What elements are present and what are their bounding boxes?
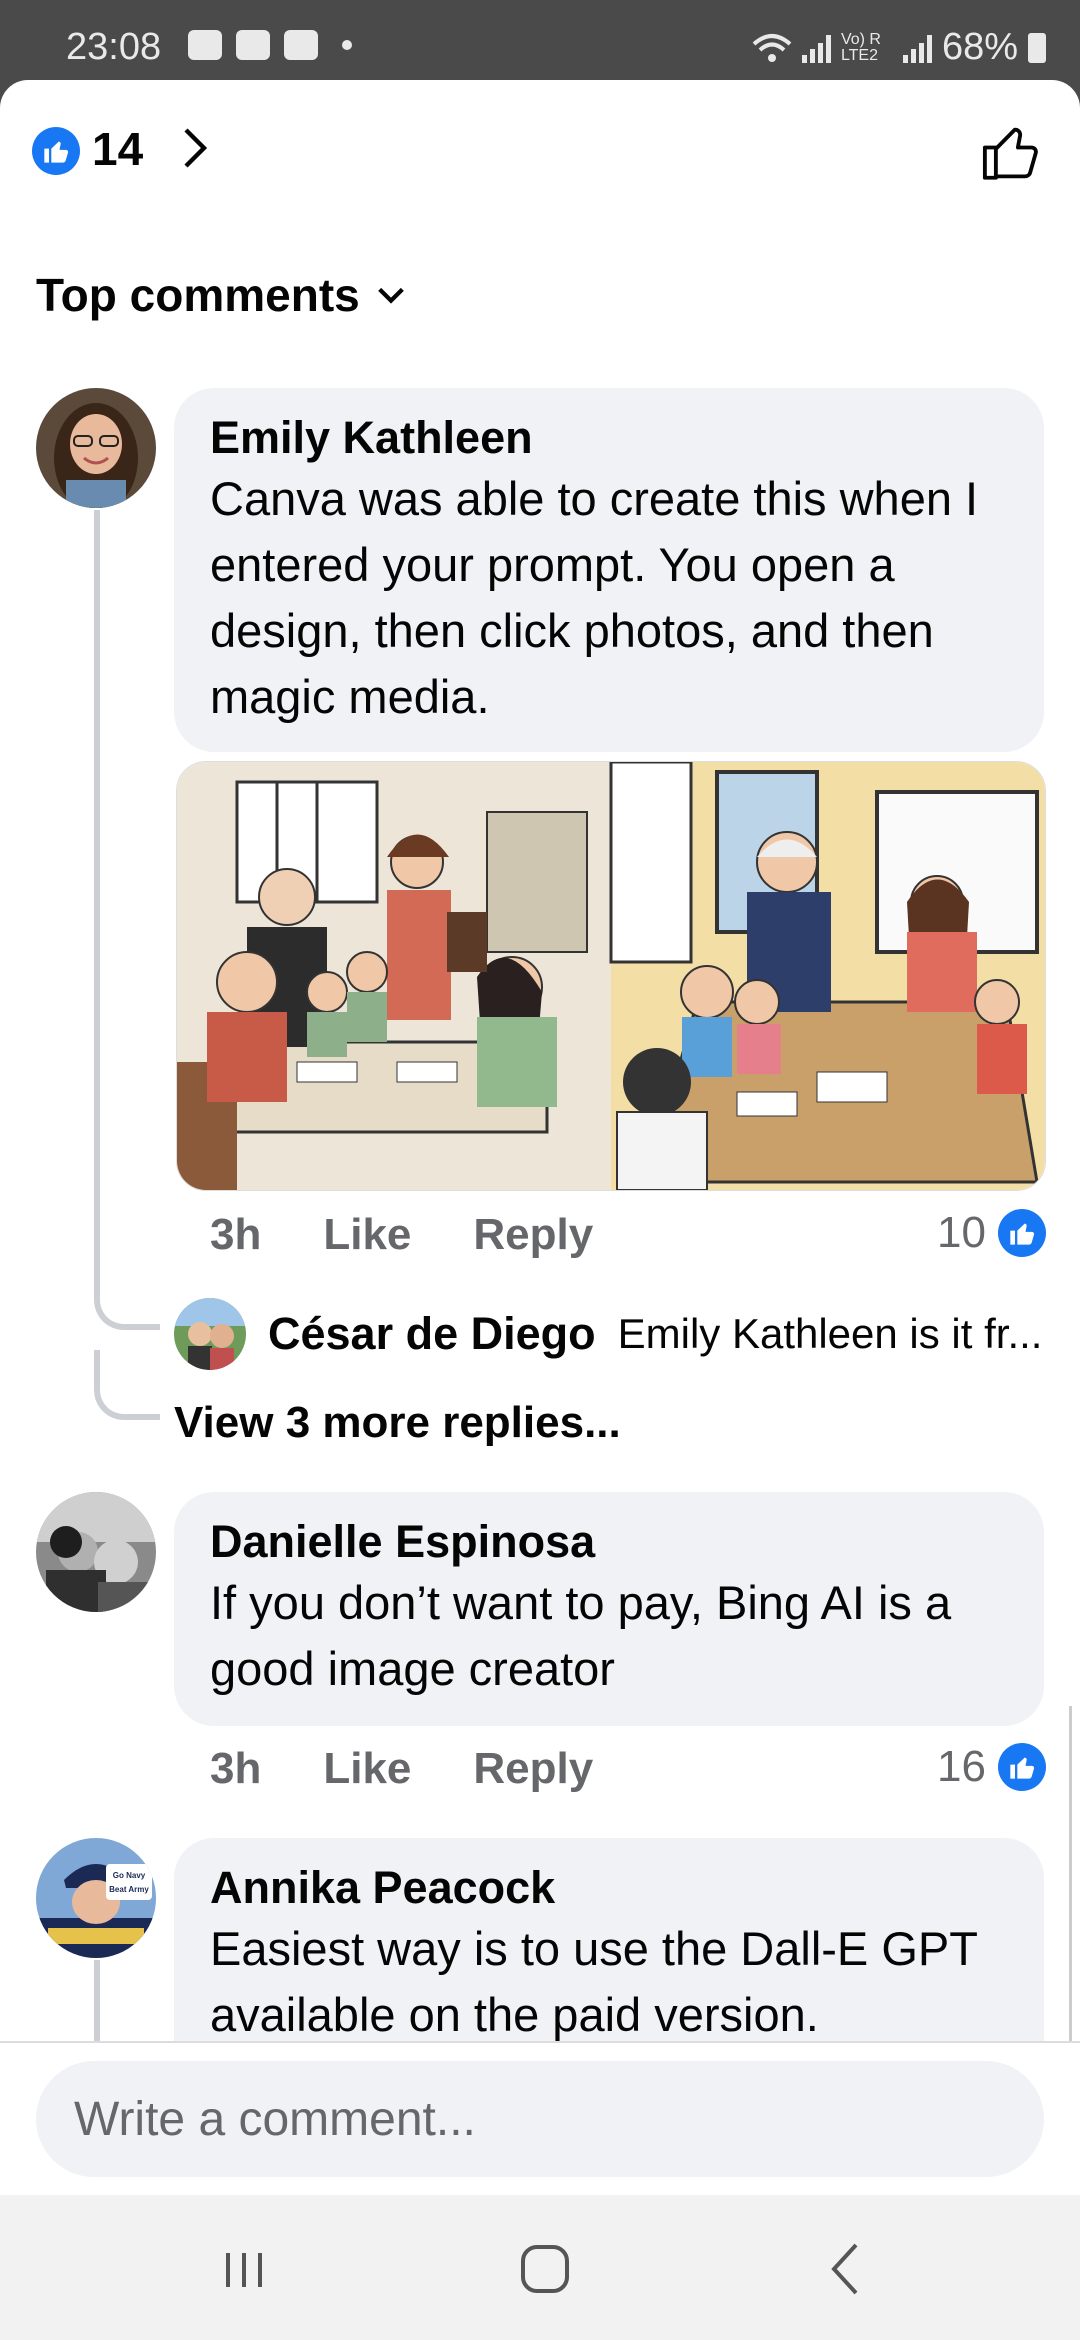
like-reaction-icon xyxy=(998,1743,1046,1791)
comment-text: Canva was able to create this when I ent… xyxy=(210,472,979,723)
like-reaction-icon xyxy=(998,1209,1046,1257)
like-reaction-icon[interactable] xyxy=(32,127,80,175)
thread-line xyxy=(94,1960,100,2041)
network-type: Vo) R LTE2 xyxy=(840,30,881,64)
avatar[interactable] xyxy=(174,1298,246,1370)
status-bar: 23:08 Vo) R LTE2 68% xyxy=(0,0,1080,80)
comment-actions: 3h Like Reply xyxy=(210,1744,593,1794)
comment-text: If you don’t want to pay, Bing AI is a g… xyxy=(210,1576,952,1695)
thread-connector xyxy=(94,1260,160,1330)
signal-icon-2 xyxy=(902,33,932,63)
avatar-badge-line2: Beat Army xyxy=(109,1885,149,1894)
reply-text: Emily Kathleen is it fr... xyxy=(617,1310,1043,1357)
comment-reactions[interactable]: 16 xyxy=(937,1742,1046,1792)
back-icon[interactable] xyxy=(808,2235,888,2305)
comment-author[interactable]: Danielle Espinosa xyxy=(210,1514,1008,1570)
reply-author[interactable]: César de Diego xyxy=(268,1308,596,1360)
comment-time[interactable]: 3h xyxy=(210,1210,261,1260)
sort-label: Top comments xyxy=(36,269,360,321)
system-nav-bar xyxy=(0,2195,1080,2340)
comment-bubble[interactable]: Danielle Espinosa If you don’t want to p… xyxy=(174,1492,1044,1726)
view-more-replies-link[interactable]: View 3 more replies... xyxy=(174,1398,621,1448)
comment-time[interactable]: 3h xyxy=(210,1744,261,1794)
home-icon[interactable] xyxy=(505,2235,585,2305)
comment-input[interactable] xyxy=(36,2061,1044,2177)
notification-dot-icon xyxy=(342,40,352,50)
notification-icons xyxy=(188,30,352,60)
reactions-header: 14 xyxy=(0,80,1080,230)
status-right: Vo) R LTE2 68% xyxy=(752,26,1046,69)
reply-button[interactable]: Reply xyxy=(473,1744,593,1794)
thread-connector xyxy=(94,1350,160,1420)
battery-percent: 68% xyxy=(941,26,1018,68)
reaction-count: 16 xyxy=(937,1742,986,1791)
notification-icon xyxy=(188,30,222,60)
wifi-icon xyxy=(752,33,792,62)
reaction-count[interactable]: 14 xyxy=(92,122,143,176)
chevron-right-icon[interactable] xyxy=(170,124,218,172)
comment-text: Easiest way is to use the Dall-E GPT ava… xyxy=(210,1922,978,2041)
notification-icon xyxy=(236,30,270,60)
notification-icon xyxy=(284,30,318,60)
chevron-down-icon xyxy=(377,287,404,304)
comment-author[interactable]: Annika Peacock xyxy=(210,1860,1008,1916)
thumbs-up-icon[interactable] xyxy=(978,120,1044,186)
thread-line xyxy=(94,1055,100,1270)
reply-preview[interactable]: César de Diego Emily Kathleen is it fr..… xyxy=(174,1298,1042,1370)
comment-actions: 3h Like Reply xyxy=(210,1210,593,1260)
avatar[interactable]: Go Navy Beat Army xyxy=(36,1838,156,1958)
like-button[interactable]: Like xyxy=(323,1210,411,1260)
avatar[interactable] xyxy=(36,388,156,508)
thread-line xyxy=(94,510,100,1060)
reaction-count: 10 xyxy=(937,1208,986,1257)
like-button[interactable]: Like xyxy=(323,1744,411,1794)
comment-author[interactable]: Emily Kathleen xyxy=(210,410,1008,466)
recent-apps-icon[interactable] xyxy=(204,2235,284,2305)
status-time: 23:08 xyxy=(66,26,162,68)
comment-bubble[interactable]: Emily Kathleen Canva was able to create … xyxy=(174,388,1044,752)
comment-composer xyxy=(0,2041,1080,2195)
battery-icon xyxy=(1028,32,1046,63)
signal-icon xyxy=(801,33,831,63)
avatar[interactable] xyxy=(36,1492,156,1612)
avatar-badge-line1: Go Navy xyxy=(113,1871,146,1880)
comments-sheet: 14 Top comments Emily Kathleen Canva was… xyxy=(0,80,1080,2195)
reply-button[interactable]: Reply xyxy=(473,1210,593,1260)
sort-dropdown[interactable]: Top comments xyxy=(36,268,408,322)
comment-reactions[interactable]: 10 xyxy=(937,1208,1046,1258)
comment-attachment-image[interactable] xyxy=(176,761,1046,1191)
